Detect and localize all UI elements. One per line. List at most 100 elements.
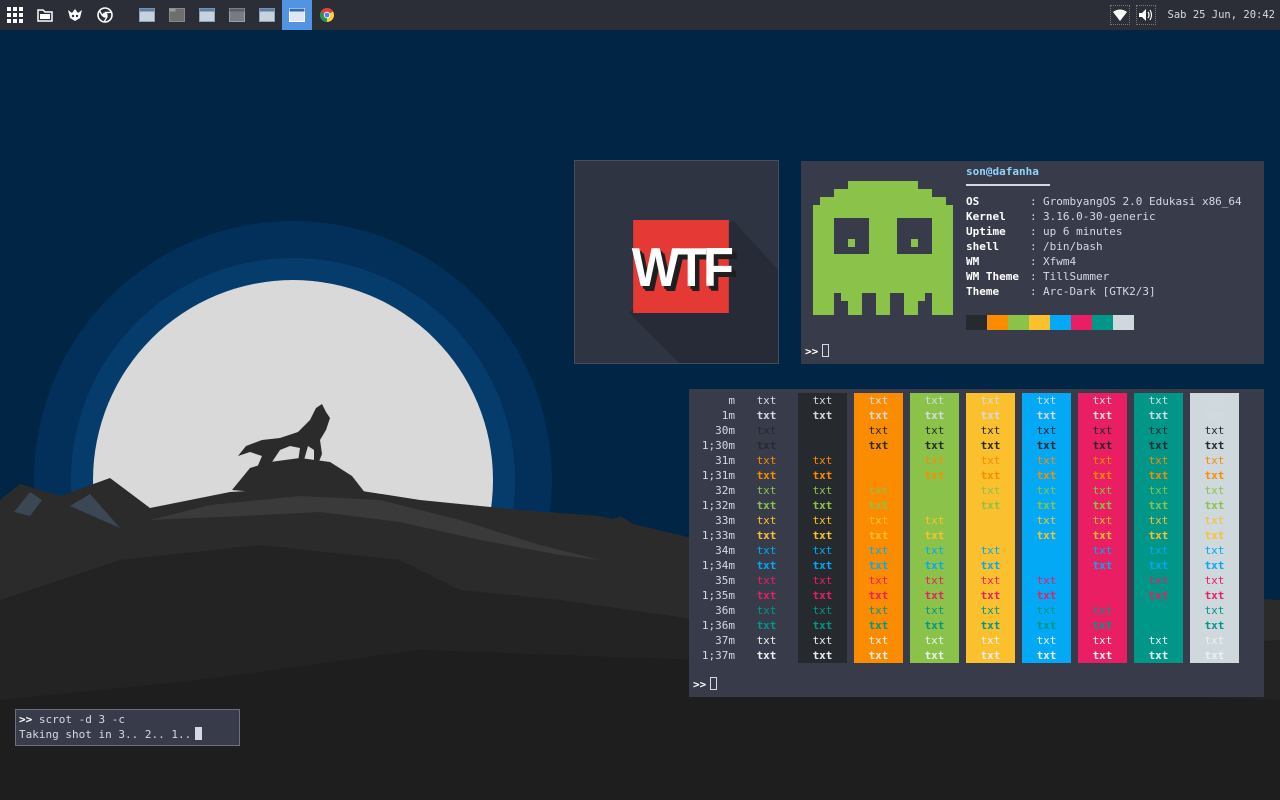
escape-code-label: 1;34m [701,559,735,572]
color-sample-cell: txt [1148,604,1169,617]
color-swatch [987,315,1008,330]
info-value: 3.16.0-30-generic [1043,210,1156,223]
neofetch-terminal[interactable]: son@dafanha OS: GrombyangOS 2.0 Edukasi x… [801,161,1264,364]
color-sample-cell: txt [868,544,889,557]
color-sample-cell: txt [924,424,945,437]
color-sample-cell: txt [1036,559,1057,572]
color-sample-cell: txt [924,634,945,647]
volume-tray-button[interactable] [1135,5,1156,25]
color-sample-cell: txt [1092,649,1113,662]
color-sample-cell: txt [924,394,945,407]
prompt-symbol: >> [693,678,707,691]
color-sample-cell: txt [1036,649,1057,662]
color-sample-cell: txt [812,394,833,407]
info-value: Arc-Dark [GTK2/3] [1043,285,1156,298]
color-swatch [966,315,987,330]
color-table-terminal[interactable]: m 1m 30m 1;30m 31m 1;31m 32m 1;32m 33m 1;33m 34m 1;… [689,389,1264,697]
color-sample-cell: txt [1092,514,1113,527]
window-task-3[interactable] [192,0,222,30]
color-sample-cell: txt [980,454,1001,467]
color-sample-cell: txt [812,469,833,482]
window-task-6-active[interactable] [282,0,312,30]
app-launcher-2[interactable] [60,0,90,30]
escape-code-label: 1;35m [701,589,735,602]
chrome-launcher[interactable] [90,0,120,30]
prompt-symbol: >> [805,345,819,358]
color-column: txt txt txt txt txt txt txt txt txt txt txt txt txt t… [742,393,791,663]
color-swatch [1113,315,1134,330]
image-viewer-window[interactable]: WTF [574,160,779,364]
color-sample-cell: txt [756,514,777,527]
info-separator: : [1030,285,1037,298]
window-icon [229,8,245,22]
prompt-line: >> [805,344,830,359]
info-value: Xfwm4 [1043,255,1077,268]
info-value: TillSummer [1043,270,1110,283]
color-sample-cell: txt [868,514,889,527]
color-sample-cell: txt [1204,619,1225,632]
info-key: Uptime [966,225,1006,238]
color-sample-cell: txt [756,649,777,662]
escape-code-label: 30m [715,424,735,437]
ghost-ascii-logo [813,181,953,315]
color-sample-cell: txt [812,409,833,422]
color-sample-cell: txt [924,589,945,602]
color-sample-cell: txt [1092,619,1113,632]
color-sample-cell: txt [1036,424,1057,437]
network-tray-button[interactable] [1109,5,1130,25]
taskbar [132,0,342,30]
color-sample-cell: txt [1148,394,1169,407]
color-sample-cell: txt [756,499,777,512]
color-sample-cell: txt [1036,529,1057,542]
escape-code-label: 1;30m [701,439,735,452]
escape-code-labels: m 1m 30m 1;30m 31m 1;31m 32m 1;32m 33m 1;33m 34m 1;… [689,393,735,663]
window-icon [199,8,215,22]
color-sample-cell: txt [812,574,833,587]
color-sample-cell: txt [1204,514,1225,527]
color-sample-cell: txt [1148,649,1169,662]
color-sample-cell: txt [868,484,889,497]
clock[interactable]: Sab 25 Jun, 20:42 [1168,9,1275,21]
color-sample-cell: txt [1148,469,1169,482]
window-task-4[interactable] [222,0,252,30]
color-sample-cell: txt [1092,484,1113,497]
escape-code-label: 1;36m [701,619,735,632]
color-swatch [1050,315,1071,330]
color-sample-cell: txt [924,484,945,497]
color-sample-cell: txt [1148,499,1169,512]
escape-code-label: 34m [715,544,735,557]
system-tray: Sab 25 Jun, 20:42 [1109,0,1280,30]
color-swatch [1029,315,1050,330]
color-sample-cell: txt [868,409,889,422]
scrot-terminal[interactable]: >> scrot -d 3 -c Taking shot in 3.. 2.. … [15,709,240,746]
color-sample-cell: txt [1148,424,1169,437]
color-sample-cell: txt [1092,439,1113,452]
color-sample-cell: txt [1092,424,1113,437]
color-sample-cell: txt [812,439,833,452]
color-sample-cell: txt [1036,544,1057,557]
apps-menu-button[interactable] [0,0,30,30]
escape-code-label: 1;33m [701,529,735,542]
app-logo-icon [68,9,82,21]
chrome-task[interactable] [312,0,342,30]
color-sample-cell: txt [756,394,777,407]
volume-icon [1138,9,1152,21]
window-task-5[interactable] [252,0,282,30]
color-sample-cell: txt [1036,604,1057,617]
color-column: txt txt txt txt txt txt txt txt txt txt txt txt txt t… [854,393,903,663]
color-sample-cell: txt [1204,604,1225,617]
file-manager-launcher[interactable] [30,0,60,30]
color-sample-cell: txt [1204,544,1225,557]
window-task-2[interactable] [162,0,192,30]
color-sample-cell: txt [756,469,777,482]
window-task-1[interactable] [132,0,162,30]
color-sample-cell: txt [868,619,889,632]
color-swatch [1092,315,1113,330]
color-sample-cell: txt [756,484,777,497]
color-sample-cell: txt [812,514,833,527]
color-sample-cell: txt [980,619,1001,632]
info-key: Theme [966,285,1000,298]
color-sample-cell: txt [1092,454,1113,467]
escape-code-label: m [728,394,735,407]
color-sample-cell: txt [980,469,1001,482]
